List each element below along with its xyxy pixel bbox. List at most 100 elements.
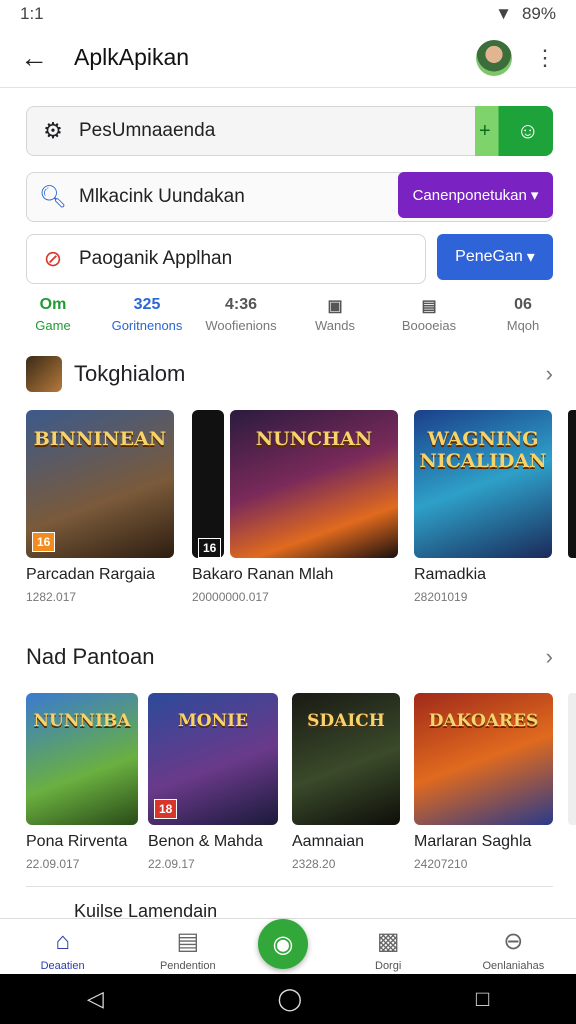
game-art-title: BINNINEAN [33, 428, 167, 450]
center-action-button[interactable]: ◉ [258, 919, 308, 969]
more-options-icon[interactable]: ⋮ [534, 45, 556, 71]
blue-dropdown-button[interactable]: PeneGan ▾ [437, 234, 553, 280]
blue-dropdown-label: PeneGan [455, 248, 523, 265]
gear-icon: ⚙ [43, 118, 63, 143]
game-card[interactable]: BINNINEAN 16 Parcadan Rargaia 1282.017 [26, 410, 174, 604]
section-2-header[interactable]: Nad Pantoan › [26, 644, 553, 670]
game-art: BINNINEAN 16 [26, 410, 174, 558]
game-name: Parcadan Rargaia [26, 566, 155, 583]
nav-item-2[interactable]: ▤ Pendention [133, 927, 243, 974]
game-name: Ramadkia [414, 566, 487, 583]
avatar[interactable] [476, 39, 512, 76]
battery-percent: 89% [521, 4, 556, 23]
game-art-title: WAGNING NICALIDAN [419, 428, 547, 472]
no-entry-icon: ⊘ [43, 246, 63, 271]
home-icon: ⌂ [55, 928, 70, 955]
game-card[interactable]: MONIE 18 Benon & Mahda 22.09.17 [148, 693, 278, 871]
game-card[interactable]: NUNNIBA Pona Rirventa 22.09.017 [26, 693, 138, 871]
game-meta: 22.09.17 [148, 857, 195, 871]
game-art-title: DAKOARES [428, 711, 539, 731]
game-card[interactable]: NUNCHAN 16 Bakaro Ranan Mlah 20000000.01… [192, 410, 398, 604]
section-3-title: Kuilse Lamendain [74, 904, 218, 918]
chevron-right-icon[interactable]: › [546, 361, 553, 387]
section-2-title: Nad Pantoan [26, 644, 155, 669]
game-card[interactable]: WAGNING NICALIDAN Ramadkia 28201019 [414, 410, 552, 604]
search-field-1[interactable]: ⚙ PesUmnaaenda [26, 106, 553, 156]
stat-3[interactable]: 4:36 Woofienions [195, 296, 287, 340]
game-name: Pona Rirventa [26, 833, 128, 850]
home-circle-icon[interactable]: ◯ [278, 986, 303, 1012]
purple-dropdown-label: Canenponetukan [412, 186, 527, 204]
chevron-down-icon: ▾ [530, 187, 539, 204]
stat-value: 06 [514, 296, 532, 313]
game-art-title: NUNNIBA [33, 711, 131, 731]
green-action-button[interactable]: + ☺ [475, 106, 553, 156]
card-edge [192, 410, 224, 558]
game-meta: 1282.017 [26, 590, 77, 604]
card-edge [568, 410, 576, 558]
tag-icon: ▣ [327, 298, 343, 315]
stat-label: Game [35, 318, 71, 333]
stat-label: Boooeias [401, 318, 457, 333]
game-art: NUNNIBA [26, 693, 138, 825]
stat-label: Wands [315, 318, 355, 333]
stat-6[interactable]: 06 Mqoh [477, 296, 569, 340]
search-icon: 🔍︎ [39, 184, 67, 209]
person-icon: ⊖ [503, 928, 524, 955]
game-art-title: NUNCHAN [255, 428, 373, 450]
search-field-3[interactable]: ⊘ Paoganik Applhan [26, 234, 426, 284]
stat-4[interactable]: ▣ Wands [289, 296, 381, 340]
game-art: DAKOARES [414, 693, 553, 825]
stat-label: Woofienions [205, 318, 277, 333]
status-bar: 1:1 ▼ 89% [0, 0, 576, 28]
category-stats: Om Game 325 Goritnenons 4:36 Woofienions… [0, 296, 576, 340]
section-1-header[interactable]: Tokghialom › [26, 356, 553, 392]
stat-5[interactable]: ▤ Boooeias [383, 296, 475, 340]
game-meta: 24207210 [414, 857, 468, 871]
game-meta: 2328.20 [292, 857, 336, 871]
age-rating-badge: 16 [198, 538, 222, 558]
game-art-title: MONIE [177, 711, 249, 731]
status-icons: ▼ 89% [495, 4, 556, 24]
back-icon[interactable]: ◁ [87, 986, 104, 1012]
game-meta: 28201019 [414, 590, 468, 604]
plus-icon: + [479, 119, 491, 142]
stat-game[interactable]: Om Game [7, 296, 99, 340]
nav-item-4[interactable]: ⊖ Oenlaniahas [458, 927, 568, 974]
game-card[interactable]: DAKOARES Marlaran Saghla 24207210 [414, 693, 553, 871]
game-meta: 22.09.017 [26, 857, 80, 871]
section-3-header[interactable]: Kuilse Lamendain [26, 904, 553, 918]
nav-home[interactable]: ⌂ Deaatien [8, 928, 118, 974]
game-art: MONIE 18 [148, 693, 278, 825]
system-nav-bar: ◁ ◯ □ [0, 974, 576, 1024]
game-art: NUNCHAN [230, 410, 398, 558]
chevron-right-icon[interactable]: › [546, 644, 553, 670]
document-icon: ▤ [176, 928, 200, 955]
back-arrow-icon[interactable]: ← [20, 42, 60, 74]
age-rating-badge: 16 [32, 532, 56, 552]
card-edge [568, 693, 576, 825]
game-art: SDAICH [292, 693, 400, 825]
stat-label: Goritnenons [111, 318, 183, 333]
game-name: Benon & Mahda [148, 833, 263, 850]
briefcase-icon: ▤ [421, 298, 437, 315]
stat-label: Mqoh [506, 318, 540, 333]
game-name: Marlaran Saghla [414, 833, 532, 850]
age-rating-badge: 18 [154, 799, 178, 819]
chevron-down-icon: ▾ [526, 249, 535, 266]
nav-label: Deaatien [40, 960, 85, 972]
game-name: Aamnaian [292, 833, 365, 850]
search-field-3-text: Paoganik Applhan [79, 248, 233, 269]
purple-dropdown-button[interactable]: Canenponetukan ▾ [398, 172, 553, 218]
recents-icon[interactable]: □ [476, 986, 489, 1012]
nav-label: Oenlaniahas [482, 960, 545, 972]
chat-icon: ▩ [376, 928, 400, 955]
game-card[interactable]: SDAICH Aamnaian 2328.20 [292, 693, 400, 871]
nav-item-3[interactable]: ▩ Dorgi [333, 927, 443, 974]
wifi-icon: ▼ [495, 4, 512, 23]
status-time: 1:1 [20, 4, 44, 23]
game-art: WAGNING NICALIDAN [414, 410, 552, 558]
page-title: AplkApikan [74, 44, 190, 70]
stat-2[interactable]: 325 Goritnenons [101, 296, 193, 340]
app-bar: ← AplkApikan ⋮ [0, 28, 576, 88]
